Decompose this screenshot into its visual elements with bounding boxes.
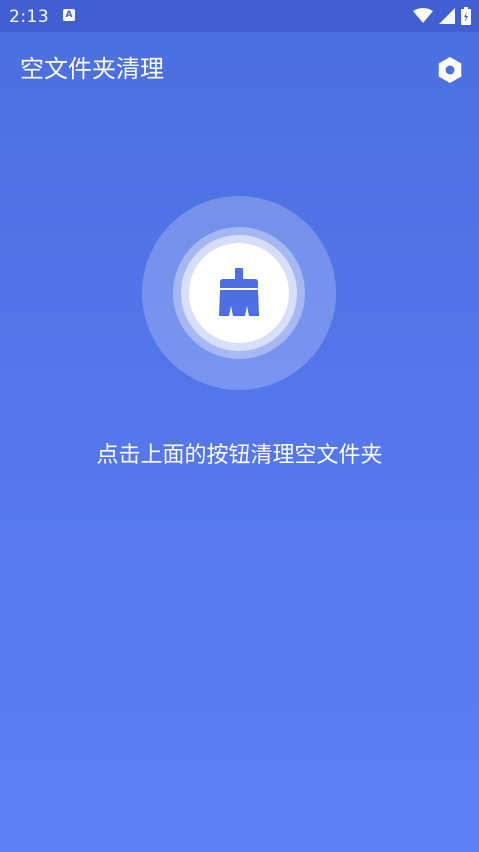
status-time: 2:13 xyxy=(9,7,50,27)
page-title: 空文件夹清理 xyxy=(20,55,164,83)
clean-button[interactable] xyxy=(189,243,289,343)
status-icons xyxy=(413,6,471,26)
signal-icon xyxy=(439,8,455,24)
gear-icon xyxy=(438,57,462,83)
status-bar: 2:13 A xyxy=(0,0,479,32)
settings-button[interactable] xyxy=(432,52,468,88)
app-toolbar: 空文件夹清理 xyxy=(0,32,479,108)
battery-icon xyxy=(461,7,471,25)
clean-button-ring xyxy=(173,227,305,359)
clean-button-halo xyxy=(142,196,336,390)
wifi-icon xyxy=(413,8,433,23)
clean-button-inner-ring xyxy=(181,235,297,351)
clean-hint-text: 点击上面的按钮清理空文件夹 xyxy=(96,443,383,468)
notification-app-icon: A xyxy=(63,9,75,21)
broom-icon xyxy=(219,268,259,316)
